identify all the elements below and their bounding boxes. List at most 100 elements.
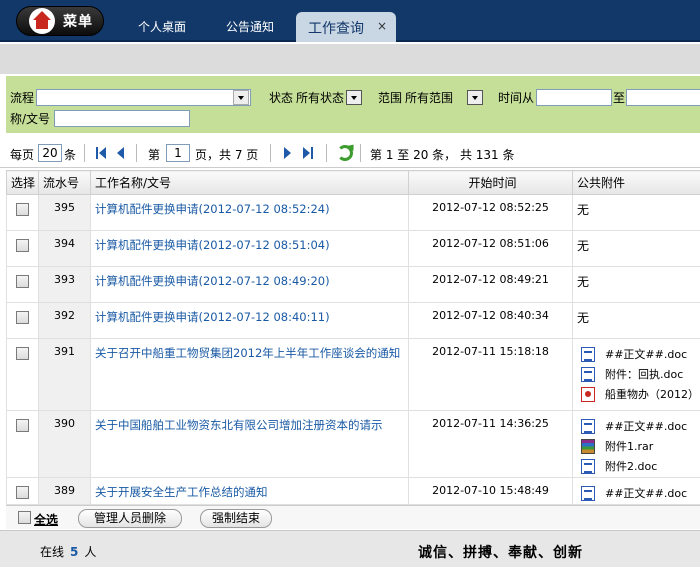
per-page-input[interactable]: 20 [38, 144, 62, 162]
company-slogan: 诚信、拼搏、奉献、创新 [418, 545, 583, 561]
menu-label: 菜单 [63, 14, 93, 30]
row-checkbox[interactable] [16, 419, 29, 432]
header-work-name[interactable]: 工作名称/文号 [90, 170, 409, 195]
online-count[interactable]: 5 [70, 545, 78, 559]
last-page-icon[interactable] [303, 147, 315, 159]
table-row: 390 关于中国船舶工业物资东北有限公司增加注册资本的请示 2012-07-11… [6, 410, 700, 478]
table-row: 393 计算机配件更换申请(2012-07-12 08:49:20) 2012-… [6, 266, 700, 303]
close-tab-icon[interactable]: × [377, 19, 387, 33]
tab-work-query[interactable]: 工作查询 × [296, 12, 396, 42]
attachment-link[interactable]: 附件2.doc [577, 457, 700, 475]
row-checkbox[interactable] [16, 203, 29, 216]
separator [84, 144, 85, 162]
word-doc-icon [581, 458, 595, 474]
select-all-checkbox[interactable] [18, 511, 31, 524]
name-label: 称/文号 [10, 112, 51, 126]
home-icon [29, 8, 55, 34]
row-start-time: 2012-07-10 15:48:49 [408, 477, 573, 505]
row-attachment-none: 无 [572, 302, 700, 339]
time-to-input[interactable] [626, 89, 700, 106]
row-work-name-link[interactable]: 计算机配件更换申请(2012-07-12 08:51:04) [90, 230, 409, 267]
header-attachments: 公共附件 [572, 170, 700, 195]
table-row: 395 计算机配件更换申请(2012-07-12 08:52:24) 2012-… [6, 194, 700, 231]
page-number-input[interactable]: 1 [166, 144, 190, 162]
row-work-name-link[interactable]: 关于中国船舶工业物资东北有限公司增加注册资本的请示 [90, 410, 409, 478]
row-serial-no: 390 [38, 410, 91, 478]
select-all-label[interactable]: 全选 [34, 511, 58, 528]
scope-select-value: 所有范围 [405, 91, 454, 105]
status-bar: 在线 5 人 诚信、拼搏、奉献、创新 [0, 530, 700, 567]
row-work-name-link[interactable]: 计算机配件更换申请(2012-07-12 08:52:24) [90, 194, 409, 231]
attachment-link[interactable]: 船重物办（2012） [577, 385, 700, 403]
page-suffix: 页，共 7 页 [195, 148, 259, 162]
attachment-link[interactable]: ##正文##.doc [577, 417, 700, 435]
row-work-name-link[interactable]: 关于召开中船重工物贸集团2012年上半年工作座谈会的通知 [90, 338, 409, 411]
word-doc-icon [581, 366, 595, 382]
online-label: 在线 [40, 545, 65, 559]
status-dropdown-icon[interactable] [346, 90, 363, 105]
word-doc-icon [581, 418, 595, 434]
header-start-time[interactable]: 开始时间 [408, 170, 573, 195]
row-checkbox[interactable] [16, 347, 29, 360]
status-select-value: 所有状态 [296, 91, 345, 105]
flow-combo[interactable] [36, 89, 251, 106]
header-select: 选择 [6, 170, 39, 195]
status-select[interactable]: 所有状态 [296, 89, 363, 106]
row-attachment-none: 无 [572, 230, 700, 267]
attachment-link[interactable]: ##正文##.doc [577, 484, 700, 502]
time-to-label: 至 [613, 91, 626, 105]
refresh-icon[interactable] [337, 145, 353, 161]
name-input[interactable] [54, 110, 190, 127]
table-row: 391 关于召开中船重工物贸集团2012年上半年工作座谈会的通知 2012-07… [6, 338, 700, 411]
tab-personal-desktop[interactable]: 个人桌面 [138, 18, 186, 35]
tab-announcements[interactable]: 公告通知 [226, 18, 274, 35]
per-page-unit: 条 [64, 148, 77, 162]
row-serial-no: 395 [38, 194, 91, 231]
attachment-link[interactable]: ##正文##.doc [577, 345, 700, 363]
admin-delete-button[interactable]: 管理人员删除 [78, 509, 182, 528]
pagination-bar: 每页 20 条 第 1 页，共 7 页 第 1 至 20 条， 共 131 条 [0, 140, 700, 168]
prev-page-icon[interactable] [117, 147, 127, 159]
row-work-name-link[interactable]: 关于开展安全生产工作总结的通知 [90, 477, 409, 505]
row-attachments: ##正文##.doc 附件1.rar 附件2.doc [572, 410, 700, 478]
flow-dropdown-icon[interactable] [233, 90, 249, 105]
page-prefix: 第 [148, 148, 161, 162]
toolbar-strip [0, 44, 700, 74]
header-serial-no[interactable]: 流水号 [38, 170, 91, 195]
work-table: 选择 流水号 工作名称/文号 开始时间 公共附件 395 计算机配件更换申请(2… [6, 170, 700, 505]
online-unit: 人 [84, 545, 97, 559]
row-work-name-link[interactable]: 计算机配件更换申请(2012-07-12 08:40:11) [90, 302, 409, 339]
time-from-label: 时间从 [498, 91, 535, 105]
scope-select[interactable]: 所有范围 [405, 89, 484, 106]
table-row: 392 计算机配件更换申请(2012-07-12 08:40:11) 2012-… [6, 302, 700, 339]
pdf-icon [581, 386, 595, 402]
first-page-icon[interactable] [96, 147, 108, 159]
row-start-time: 2012-07-12 08:52:25 [408, 194, 573, 231]
filter-panel: 流程 状态 所有状态 范围 所有范围 时间从 至 称/文号 [6, 76, 700, 133]
row-checkbox[interactable] [16, 486, 29, 499]
attachment-link[interactable]: 附件1.rar [577, 437, 700, 455]
row-attachment-none: 无 [572, 266, 700, 303]
word-doc-icon [581, 485, 595, 501]
tab-work-query-label: 工作查询 [308, 21, 364, 37]
row-checkbox[interactable] [16, 275, 29, 288]
row-start-time: 2012-07-11 15:18:18 [408, 338, 573, 411]
row-serial-no: 392 [38, 302, 91, 339]
next-page-icon[interactable] [284, 147, 294, 159]
time-from-input[interactable] [536, 89, 612, 106]
force-end-button[interactable]: 强制结束 [200, 509, 272, 528]
row-start-time: 2012-07-12 08:40:34 [408, 302, 573, 339]
record-summary: 第 1 至 20 条， 共 131 条 [370, 148, 515, 162]
top-nav-bar: 菜单 个人桌面 公告通知 工作查询 × [0, 0, 700, 42]
attachment-link[interactable]: 附件：回执.doc [577, 365, 700, 383]
per-page-label: 每页 [10, 148, 35, 162]
row-checkbox[interactable] [16, 311, 29, 324]
scope-dropdown-icon[interactable] [467, 90, 484, 105]
menu-button[interactable]: 菜单 [16, 6, 104, 36]
row-checkbox[interactable] [16, 239, 29, 252]
row-attachments: ##正文##.doc 附件：回执.doc 船重物办（2012） [572, 338, 700, 411]
row-serial-no: 394 [38, 230, 91, 267]
row-work-name-link[interactable]: 计算机配件更换申请(2012-07-12 08:49:20) [90, 266, 409, 303]
row-attachment-none: 无 [572, 194, 700, 231]
separator [270, 144, 271, 162]
